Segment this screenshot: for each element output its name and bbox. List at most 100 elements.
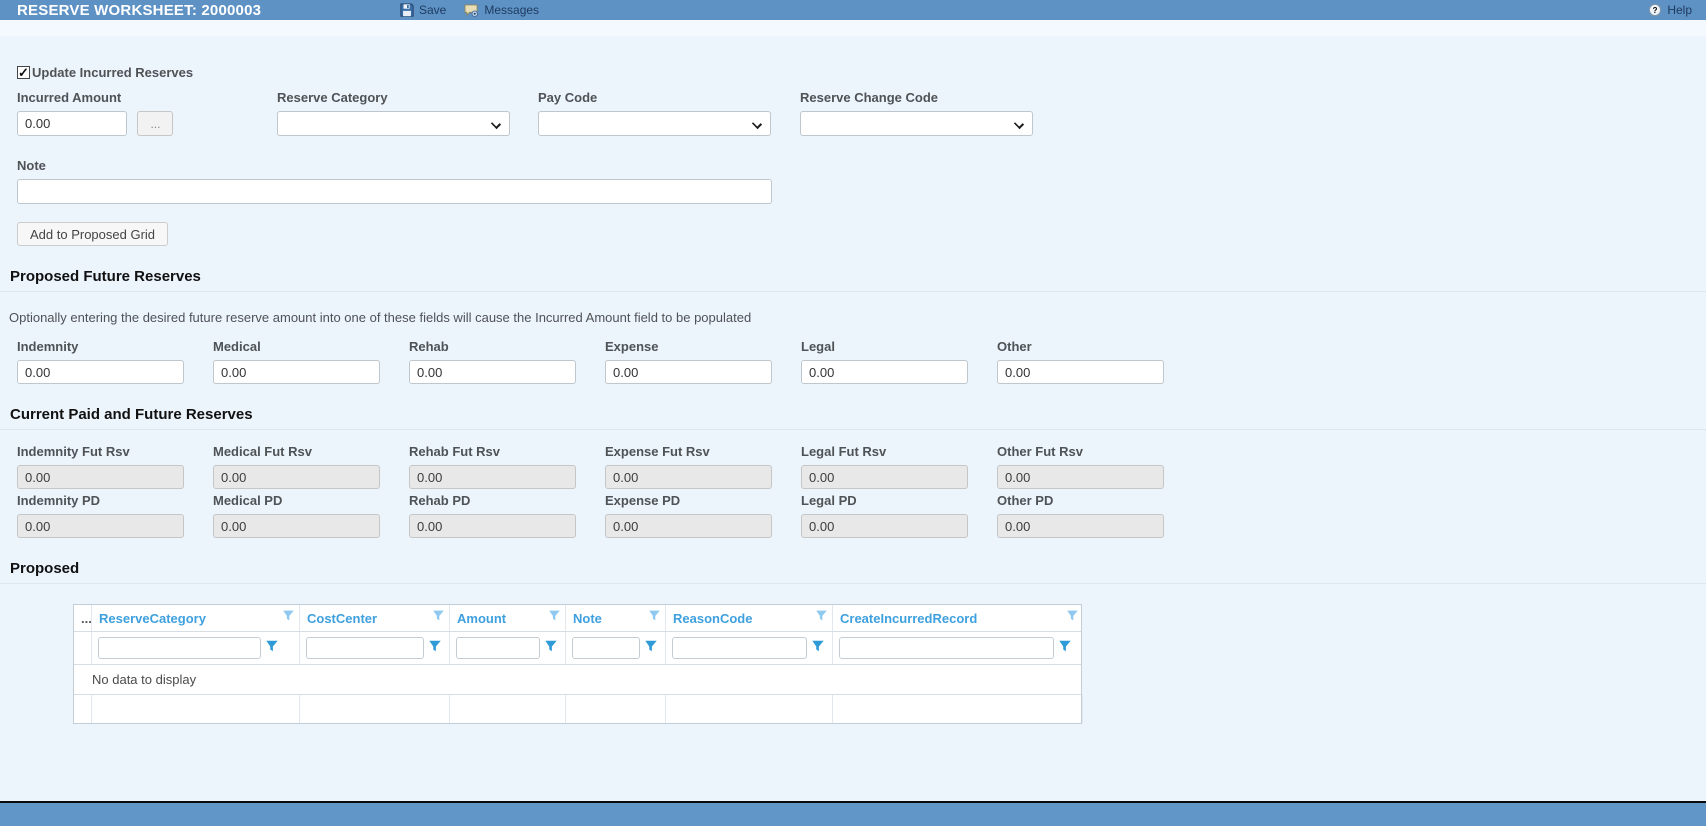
filter-icon[interactable]	[1066, 609, 1079, 627]
legal-pd-input	[801, 514, 968, 538]
medical-input[interactable]	[213, 360, 380, 384]
save-icon	[400, 3, 414, 17]
filter-icon[interactable]	[815, 609, 828, 627]
legal-label: Legal	[801, 339, 968, 354]
indemnity-input[interactable]	[17, 360, 184, 384]
proposed-future-hint: Optionally entering the desired future r…	[9, 310, 1706, 325]
messages-icon	[464, 4, 479, 17]
filter-icon[interactable]	[282, 609, 295, 627]
add-to-proposed-grid-button[interactable]: Add to Proposed Grid	[17, 222, 168, 246]
indemnity-pd-label: Indemnity PD	[17, 493, 184, 508]
filter-button[interactable]	[544, 639, 558, 658]
medical-pd-label: Medical PD	[213, 493, 380, 508]
reserve-change-code-label: Reserve Change Code	[800, 90, 1033, 105]
reserve-category-select[interactable]	[277, 111, 510, 136]
page-title: RESERVE WORKSHEET: 2000003	[17, 2, 261, 19]
filter-icon[interactable]	[432, 609, 445, 627]
chevron-down-icon	[1014, 119, 1024, 129]
section-divider	[0, 291, 1706, 292]
proposed-grid: ... ReserveCategory CostCenter Amount No…	[73, 604, 1082, 724]
filter-input-note[interactable]	[572, 637, 640, 659]
legal-input[interactable]	[801, 360, 968, 384]
filter-button[interactable]	[1058, 639, 1072, 658]
grid-footer-row	[74, 695, 1081, 723]
column-header-amount[interactable]: Amount	[450, 605, 566, 631]
rehab-pd-input	[409, 514, 576, 538]
expense-fut-rsv-input	[605, 465, 772, 489]
legal-pd-label: Legal PD	[801, 493, 968, 508]
column-header-costcenter[interactable]: CostCenter	[300, 605, 450, 631]
help-icon: ?	[1648, 3, 1662, 17]
legal-fut-rsv-input	[801, 465, 968, 489]
medical-fut-rsv-input	[213, 465, 380, 489]
filter-button[interactable]	[644, 639, 658, 658]
indemnity-pd-input	[17, 514, 184, 538]
chevron-down-icon	[752, 119, 762, 129]
medical-pd-input	[213, 514, 380, 538]
expense-input[interactable]	[605, 360, 772, 384]
messages-button[interactable]: Messages	[464, 3, 539, 17]
column-header-createincurredrecord[interactable]: CreateIncurredRecord	[833, 605, 1083, 631]
reserve-category-label: Reserve Category	[277, 90, 510, 105]
rehab-pd-label: Rehab PD	[409, 493, 576, 508]
other-label: Other	[997, 339, 1164, 354]
filter-input-createincurredrecord[interactable]	[839, 637, 1054, 659]
rehab-fut-rsv-input	[409, 465, 576, 489]
header-divider-strip	[0, 20, 1706, 36]
pay-code-label: Pay Code	[538, 90, 771, 105]
filter-input-reasoncode[interactable]	[672, 637, 807, 659]
expense-label: Expense	[605, 339, 772, 354]
filter-button[interactable]	[265, 639, 279, 658]
other-fut-rsv-label: Other Fut Rsv	[997, 444, 1164, 459]
filter-button[interactable]	[428, 639, 442, 658]
incurred-amount-browse-button[interactable]: ...	[137, 111, 173, 136]
rehab-label: Rehab	[409, 339, 576, 354]
column-header-reservecategory[interactable]: ReserveCategory	[92, 605, 300, 631]
other-fut-rsv-input	[997, 465, 1164, 489]
pay-code-select[interactable]	[538, 111, 771, 136]
help-button[interactable]: ? Help	[1648, 3, 1692, 17]
expense-pd-label: Expense PD	[605, 493, 772, 508]
indemnity-label: Indemnity	[17, 339, 184, 354]
other-pd-label: Other PD	[997, 493, 1164, 508]
medical-fut-rsv-label: Medical Fut Rsv	[213, 444, 380, 459]
proposed-heading: Proposed	[5, 560, 1706, 577]
section-divider	[0, 429, 1706, 430]
indemnity-fut-rsv-input	[17, 465, 184, 489]
other-input[interactable]	[997, 360, 1164, 384]
bottom-status-bar	[0, 801, 1706, 826]
expense-fut-rsv-label: Expense Fut Rsv	[605, 444, 772, 459]
grid-filter-row	[74, 632, 1081, 665]
indemnity-fut-rsv-label: Indemnity Fut Rsv	[17, 444, 184, 459]
expense-pd-input	[605, 514, 772, 538]
proposed-future-heading: Proposed Future Reserves	[5, 268, 1706, 285]
column-header-reasoncode[interactable]: ReasonCode	[666, 605, 833, 631]
other-pd-input	[997, 514, 1164, 538]
filter-input-amount[interactable]	[456, 637, 540, 659]
help-label: Help	[1667, 3, 1692, 17]
note-label: Note	[17, 158, 1706, 173]
filter-icon[interactable]	[548, 609, 561, 627]
update-incurred-label: Update Incurred Reserves	[32, 65, 193, 80]
save-button[interactable]: Save	[400, 3, 446, 17]
note-input[interactable]	[17, 179, 772, 204]
filter-button[interactable]	[811, 639, 825, 658]
grid-header-row: ... ReserveCategory CostCenter Amount No…	[74, 605, 1081, 632]
medical-label: Medical	[213, 339, 380, 354]
svg-text:?: ?	[1653, 6, 1658, 15]
column-header-actions: ...	[81, 611, 92, 626]
legal-fut-rsv-label: Legal Fut Rsv	[801, 444, 968, 459]
rehab-input[interactable]	[409, 360, 576, 384]
filter-icon[interactable]	[648, 609, 661, 627]
incurred-amount-input[interactable]	[17, 111, 127, 136]
filter-input-reservecategory[interactable]	[98, 637, 261, 659]
title-bar: RESERVE WORKSHEET: 2000003 Save Messages…	[0, 0, 1706, 20]
save-label: Save	[419, 3, 446, 17]
messages-label: Messages	[484, 3, 539, 17]
reserve-change-code-select[interactable]	[800, 111, 1033, 136]
section-divider	[0, 583, 1706, 584]
update-incurred-checkbox[interactable]	[17, 66, 30, 79]
filter-input-costcenter[interactable]	[306, 637, 424, 659]
incurred-amount-label: Incurred Amount	[17, 90, 173, 105]
column-header-note[interactable]: Note	[566, 605, 666, 631]
